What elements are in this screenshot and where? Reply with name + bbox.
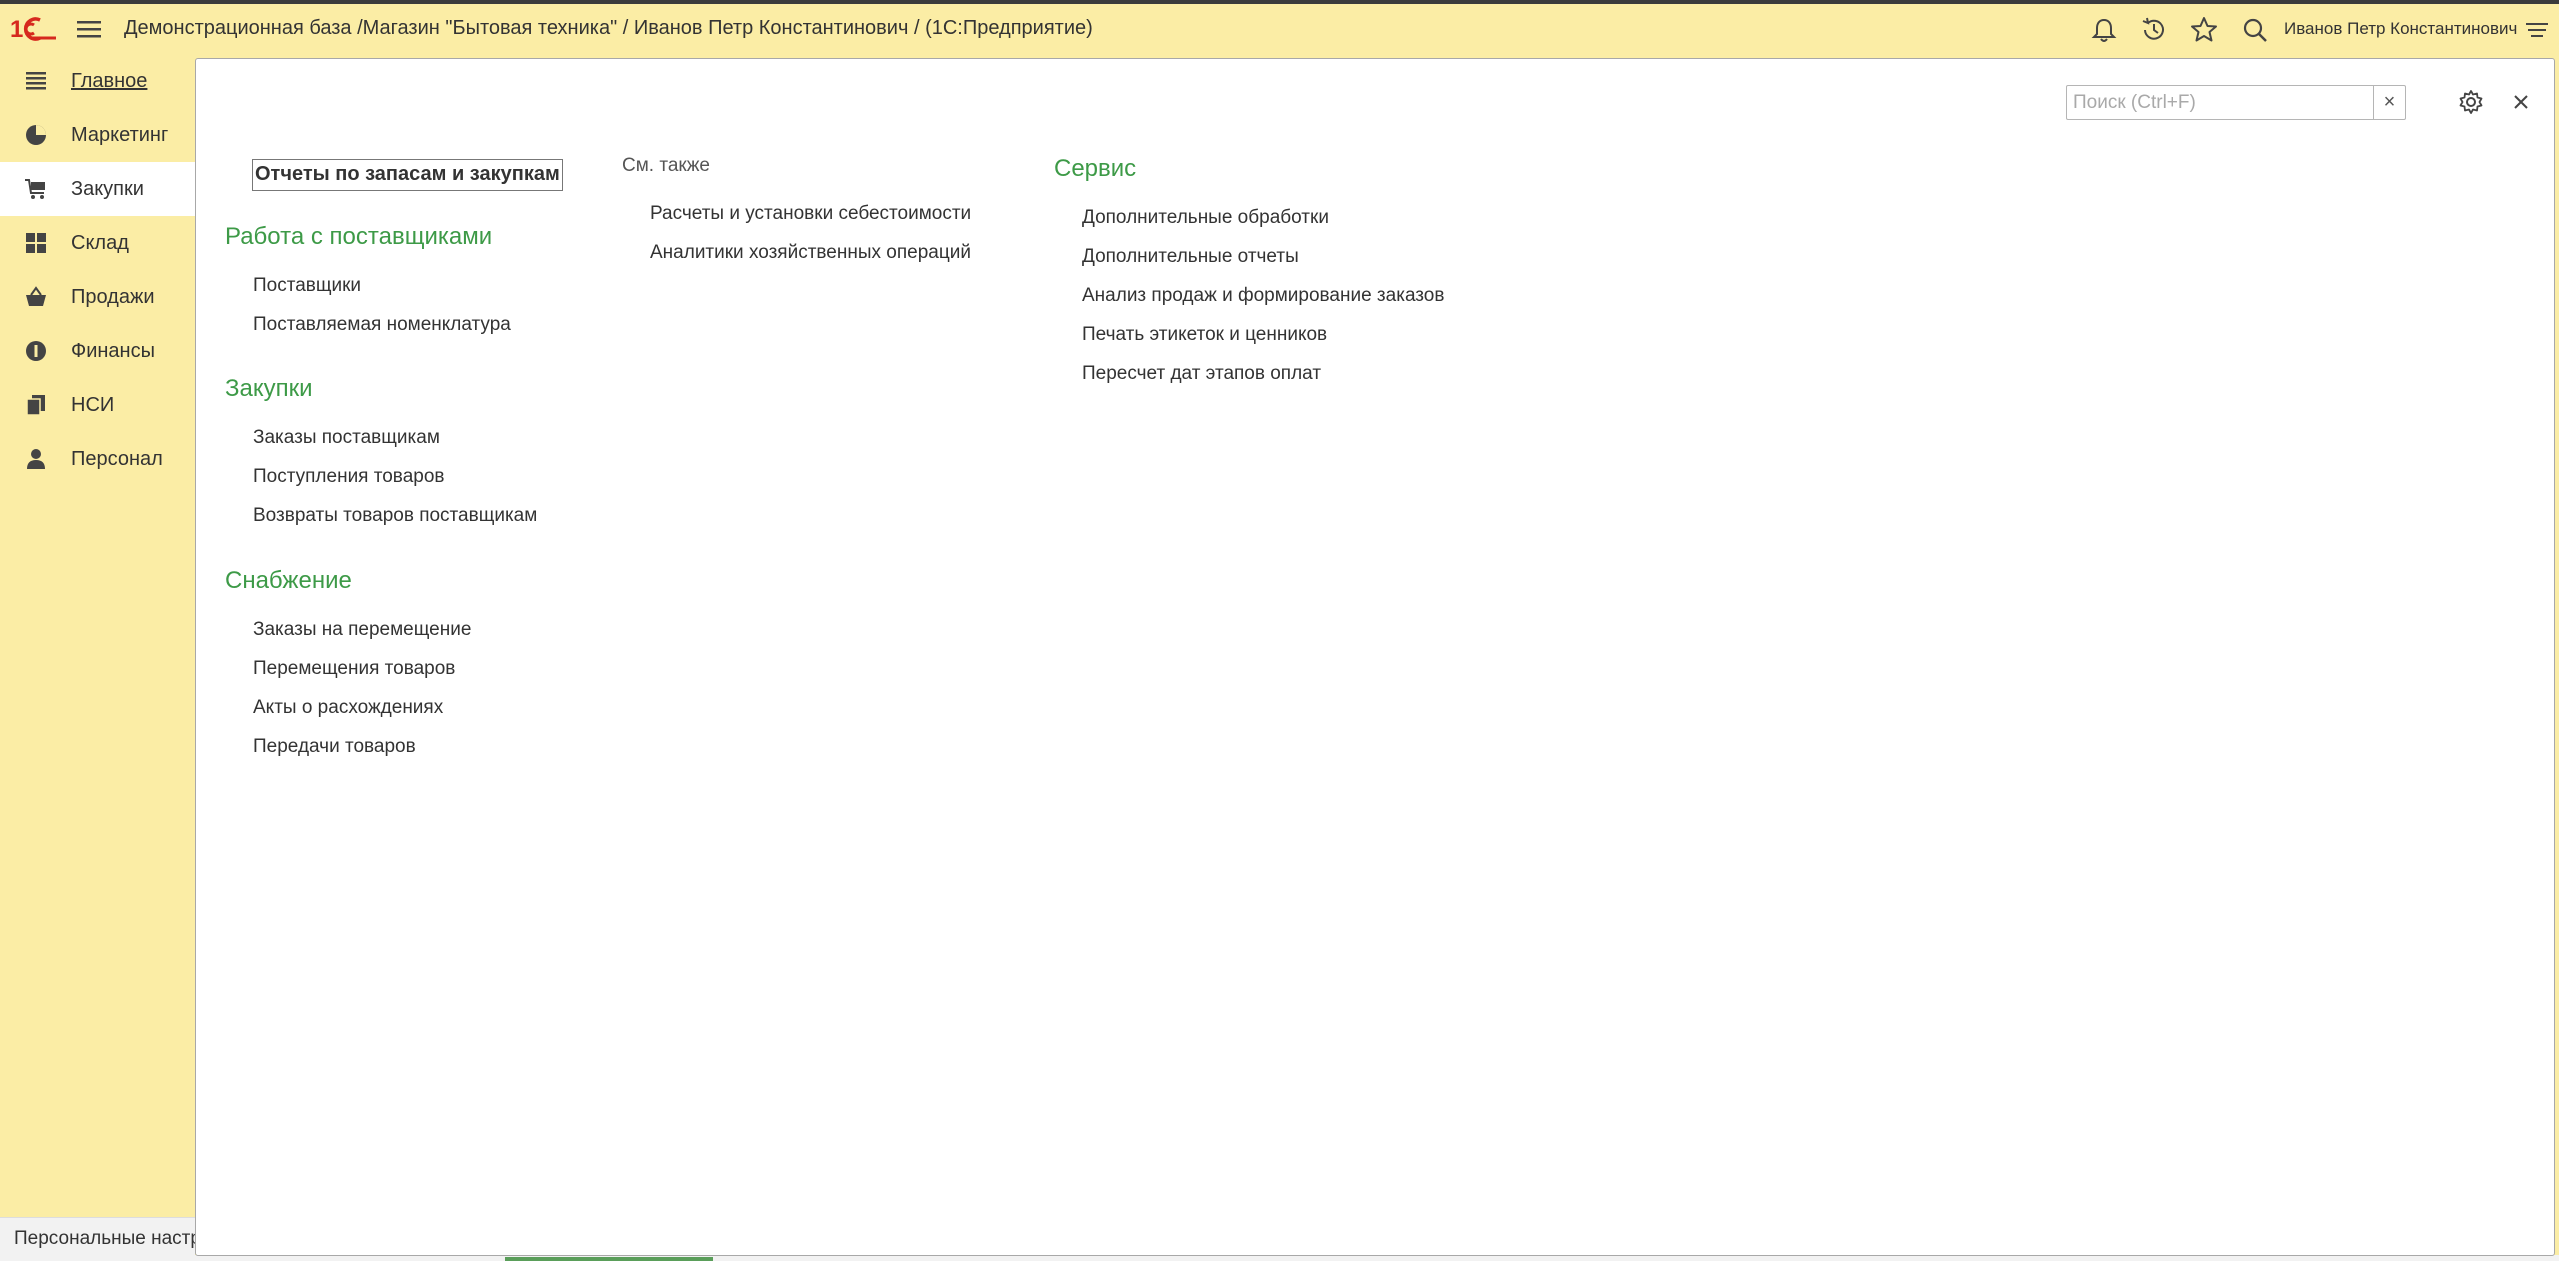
person-icon [27,449,45,469]
sections-sidebar: Главное Маркетинг Закупки Склад Продажи [0,54,195,1214]
sidebar-item-label: Склад [71,231,129,254]
section-panel: × Отчеты по запасам и закупкам Работа с … [195,58,2555,1256]
menu-icon[interactable] [74,16,104,42]
link-additional-reports[interactable]: Дополнительные отчеты [1082,246,1299,268]
close-icon[interactable] [2506,87,2536,117]
title-bar: 1 Демонстрационная база /Магазин "Бытова… [0,4,2559,54]
grid-icon [26,233,46,253]
logo-1c-icon[interactable]: 1 [10,14,58,44]
link-supplied-nomenclature[interactable]: Поставляемая номенклатура [253,314,511,336]
star-icon[interactable] [2189,15,2219,45]
active-window-tab[interactable] [505,1257,713,1261]
search-field[interactable]: × [2066,85,2406,120]
settings-lines-icon[interactable] [2522,15,2552,45]
cart-icon [25,179,45,199]
basket-icon [26,286,46,306]
sidebar-item-nsi[interactable]: НСИ [0,378,195,432]
sidebar-item-personnel[interactable]: Персонал [0,432,195,486]
sidebar-item-marketing[interactable]: Маркетинг [0,108,195,162]
pie-chart-icon [26,125,46,145]
sidebar-item-main[interactable]: Главное [0,54,195,108]
reports-link[interactable]: Отчеты по запасам и закупкам [252,159,563,191]
sidebar-item-label: Персонал [71,447,163,470]
link-print-labels[interactable]: Печать этикеток и ценников [1082,324,1327,346]
link-goods-receipts[interactable]: Поступления товаров [253,466,444,488]
link-supplier-orders[interactable]: Заказы поставщикам [253,427,440,449]
link-sales-analysis[interactable]: Анализ продаж и формирование заказов [1082,285,1444,307]
search-clear-button[interactable]: × [2373,86,2405,119]
list-icon [26,72,46,90]
history-icon[interactable] [2139,15,2169,45]
sidebar-item-sales[interactable]: Продажи [0,270,195,324]
link-recalc-payment-dates[interactable]: Пересчет дат этапов оплат [1082,363,1321,385]
personal-settings-bar[interactable]: Персональные настройки [0,1217,195,1261]
link-business-analytics[interactable]: Аналитики хозяйственных операций [650,242,971,264]
link-suppliers[interactable]: Поставщики [253,275,361,297]
documents-icon [26,395,45,416]
window-title: Демонстрационная база /Магазин "Бытовая … [124,17,1093,39]
sidebar-item-warehouse[interactable]: Склад [0,216,195,270]
gear-icon[interactable] [2456,87,2486,117]
sidebar-item-label: Главное [71,69,148,92]
link-supplier-returns[interactable]: Возвраты товаров поставщикам [253,505,537,527]
sidebar-item-label: Закупки [71,177,144,200]
section-title-purchases: Закупки [225,375,313,402]
sidebar-item-purchases[interactable]: Закупки [0,162,195,216]
sidebar-item-label: НСИ [71,393,115,416]
user-name[interactable]: Иванов Петр Константинович [2284,19,2517,39]
search-input[interactable] [2071,88,2371,117]
link-discrepancy-acts[interactable]: Акты о расхождениях [253,697,443,719]
sidebar-item-label: Маркетинг [71,123,169,146]
link-transfer-orders[interactable]: Заказы на перемещение [253,619,471,641]
personal-settings-label: Персональные настройки [14,1228,195,1249]
link-goods-handovers[interactable]: Передачи товаров [253,736,416,758]
coin-icon [26,341,46,361]
see-also-label: См. также [622,155,710,176]
svg-text:1: 1 [10,16,23,43]
sidebar-item-label: Финансы [71,339,155,362]
section-title-suppliers: Работа с поставщиками [225,223,493,250]
link-cost-settlements[interactable]: Расчеты и установки себестоимости [650,203,971,225]
sidebar-item-finance[interactable]: Финансы [0,324,195,378]
search-icon[interactable] [2240,15,2270,45]
bell-icon[interactable] [2089,15,2119,45]
link-additional-processing[interactable]: Дополнительные обработки [1082,207,1329,229]
link-goods-transfers[interactable]: Перемещения товаров [253,658,455,680]
section-title-service: Сервис [1054,155,1137,182]
section-title-supply: Снабжение [225,567,352,594]
sidebar-item-label: Продажи [71,285,155,308]
